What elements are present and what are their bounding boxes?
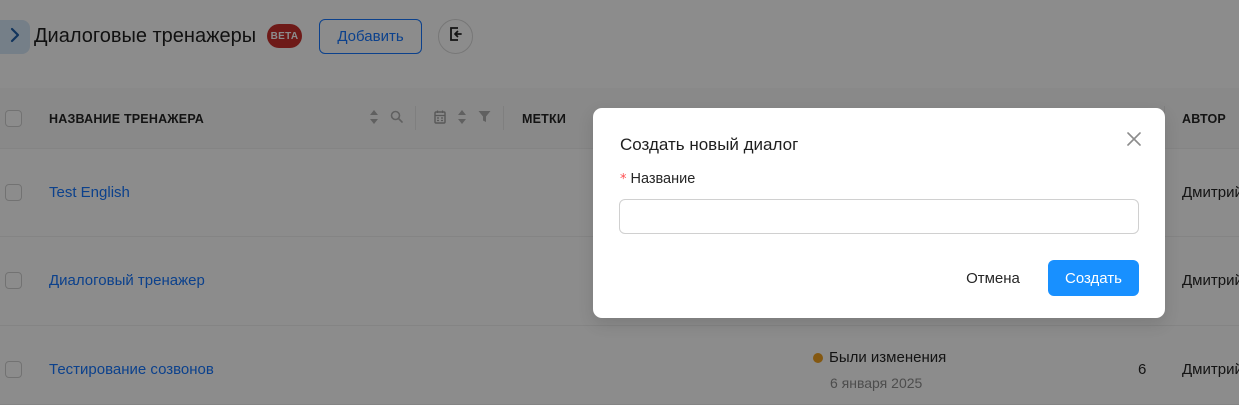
create-dialog-modal: Создать новый диалог * Название Отмена Со… [593,108,1165,318]
name-field-label: * Название [620,171,695,187]
close-button[interactable] [1123,130,1145,152]
required-mark: * [620,172,627,187]
name-field-label-text: Название [630,171,696,187]
cancel-button[interactable]: Отмена [958,260,1028,296]
close-icon [1127,131,1141,151]
name-input[interactable] [619,199,1139,234]
modal-title: Создать новый диалог [620,135,799,154]
create-button[interactable]: Создать [1048,260,1139,296]
